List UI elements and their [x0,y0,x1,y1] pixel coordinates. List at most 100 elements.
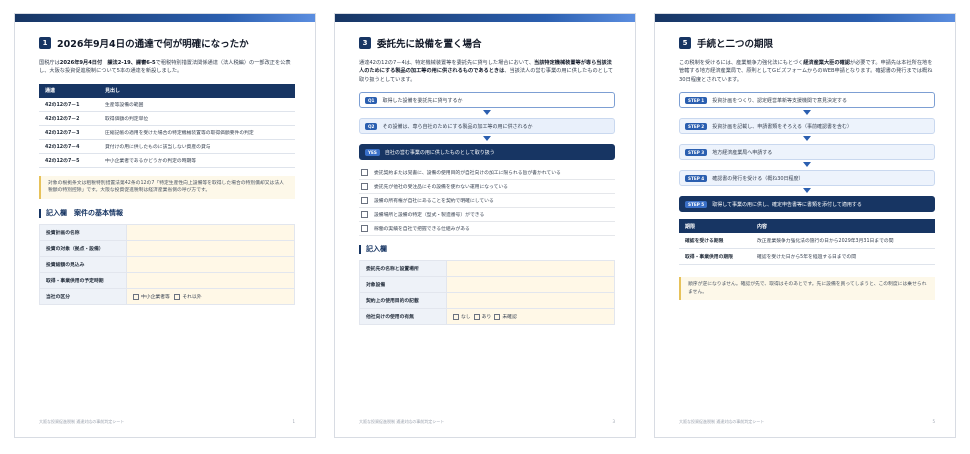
checkbox[interactable] [361,197,368,205]
form-field[interactable] [446,276,615,294]
form-field: 中小企業者等 それ以外 [126,288,295,305]
section-number: 1 [39,37,51,49]
checklist-item: 設備の所有権が自社にあることを契約で明確にしている [359,194,615,209]
table-row: 42の12の7－1 生産等設備の範囲 [39,97,295,112]
step-badge: STEP 5 [685,200,708,208]
page-5: 5 手続と二つの期限 この税制を受けるには、産業競争力強化法にもとづく経済産業大… [654,13,956,438]
step-text: 取得して事業の用に供し、確定申告書等に書類を添付して適用する [712,201,862,208]
form-label: 投資の対象（拠点・設備） [39,240,127,257]
intro-paragraph: 国税庁は2026年9月4日付 課法2-19、課審6-5で租税特別措置法関係通達（… [39,59,295,76]
checkbox[interactable] [494,313,501,320]
circular-table: 通達 見出し 42の12の7－1 生産等設備の範囲 42の12の7－2 取得価額の判… [39,83,295,168]
form-field[interactable] [126,256,295,273]
basic-info-form: 投資計画の名称 投資の対象（拠点・設備） 投資総額の見込み 取得・事業供用の予定… [39,224,295,305]
table-cell: 42の12の7－2 [39,111,99,126]
section-title: 手続と二つの期限 [697,39,774,50]
checklist-text: 委託先が他社の受注品にその設備を使わない運用になっている [374,185,508,191]
step-5: STEP 5 取得して事業の用に供し、確定申告書等に書類を添付して適用する [679,196,935,213]
section-number: 3 [359,37,371,49]
checkbox[interactable] [133,293,139,300]
page-3: 3 委託先に設備を置く場合 通達42の12の7－4は、特定機械装置等を委託先に貸… [334,13,636,438]
page-accent-bar [15,14,315,22]
deadline-table: 期限 内容 確認を受ける期限 改正産業競争力強化法の施行の日から2029年3月31… [679,219,935,266]
step-text: 地方経済産業局へ申請する [712,149,773,156]
note-box: 順序が逆になりません。確認が先で、取得はそのあとです。先に設備を買ってしまうと、… [679,277,935,301]
table-cell: 42の12の7－3 [39,125,99,140]
table-header: 内容 [751,219,935,234]
checklist-item: 設備場所と設備の特定（型式・製造番号）ができる [359,208,615,223]
table-row: 42の12の7－4 貸付けの用に供したものに該当しない資産の貸与 [39,139,295,154]
checklist-item: 委託契約または覚書に、設備の使用目的が自社向けの加工に限られる旨が書かれている [359,166,615,181]
down-arrow-icon [803,188,811,194]
checkbox[interactable] [174,293,181,300]
down-arrow-icon [483,110,491,116]
checkbox[interactable] [361,211,368,219]
form-label: 投資総額の見込み [39,256,127,273]
section-title: 委託先に設備を置く場合 [377,39,482,50]
form-label: 取得・事業供用の予定時期 [39,272,127,289]
form-field[interactable] [126,240,295,257]
flow-badge: Q2 [365,122,378,130]
down-arrow-icon [803,162,811,168]
down-arrow-icon [803,136,811,142]
table-cell: 中小企業者であるかどうかの判定の時期等 [99,153,295,168]
checkbox-label: 中小企業者等 [141,295,170,300]
table-header: 通達 [39,83,99,98]
checkbox[interactable] [361,183,368,191]
footer-title: 大阪な投資促進税制 通達対応の事前判定シート [679,419,765,424]
down-arrow-icon [803,110,811,116]
table-cell: 取得・事業供用の期限 [679,248,751,266]
checklist-text: 設備場所と設備の特定（型式・製造番号）ができる [374,213,485,219]
form-title: 記入欄 [359,245,615,255]
down-arrow-icon [483,136,491,142]
flow-badge: YES [365,148,380,156]
page-footer: 大阪な投資促進税制 通達対応の事前判定シート 5 [679,419,935,425]
table-row: 42の12の7－5 中小企業者であるかどうかの判定の時期等 [39,153,295,168]
step-2: STEP 2 投資計画を記載し、申請書類をそろえる（事前確認書を含む） [679,118,935,135]
form-label: 対象設備 [359,276,447,294]
checkbox-label: 未確認 [502,315,517,321]
flow-text: 取得した設備を委託先に貸与するか [382,97,463,104]
table-cell: 確認を受けた日から5年を経過する日までの間 [751,248,935,266]
form-label: 委託先の名称と設置場所 [359,260,447,278]
form-field[interactable] [446,260,615,278]
note-box: 対象の根拠条文は租税特別措置法第42条の12の7「特定生産性向上設備等を取得した… [39,175,295,199]
form-label: 投資計画の名称 [39,224,127,241]
page-footer: 大阪な投資促進税制 通達対応の事前判定シート 1 [39,419,295,425]
step-badge: STEP 1 [685,96,708,104]
checklist-text: 委託契約または覚書に、設備の使用目的が自社向けの加工に限られる旨が書かれている [374,171,561,177]
checklist-item: 委託先が他社の受注品にその設備を使わない運用になっている [359,180,615,195]
para-text: 通達42の12の7－4は、特定機械装置等を委託先に貸与した場合において、 [359,60,535,66]
table-cell: 改正産業競争力強化法の施行の日から2029年3月31日までの間 [751,233,935,250]
checkbox[interactable] [361,225,368,233]
checklist-text: 稼働の実績を自社で把握できる仕組みがある [374,227,470,233]
checkbox-label: なし [461,315,471,321]
checkbox[interactable] [361,169,368,177]
form-field: なし あり 未確認 [446,308,615,326]
table-cell: 圧縮記帳の適用を受けた場合の特定機械装置等の取得価額要件の判定 [99,125,295,140]
checkbox[interactable] [473,313,480,320]
form-label: 当社の区分 [39,288,127,305]
form-field[interactable] [126,224,295,241]
consignment-form: 委託先の名称と設置場所 対象設備 契約上の使用目的の記載 他社向けの使用の有無 … [359,260,615,326]
form-label: 契約上の使用目的の記載 [359,292,447,310]
para-text: この税制を受けるには、産業競争力強化法にもとづく [679,60,804,66]
flow-question-1: Q1 取得した設備を委託先に貸与するか [359,92,615,109]
para-emphasis: 2026年9月4日付 課法2-19、課審6-5 [59,60,156,66]
table-row: 確認を受ける期限 改正産業競争力強化法の施行の日から2029年3月31日までの間 [679,233,935,250]
section-heading: 1 2026年9月4日の通達で何が明確になったか [39,36,295,50]
footer-title: 大阪な投資促進税制 通達対応の事前判定シート [39,419,125,424]
page-number: 3 [612,419,615,424]
checklist-item: 稼働の実績を自社で把握できる仕組みがある [359,222,615,237]
step-4: STEP 4 確認書の発行を受ける（概ね30日程度） [679,170,935,187]
step-text: 投資計画をつくり、認定経営革新等支援機関で意見決定する [712,97,847,104]
table-cell: 生産等設備の範囲 [99,97,295,112]
form-field[interactable] [446,292,615,310]
checkbox[interactable] [453,313,459,320]
page-accent-bar [335,14,635,22]
table-cell: 42の12の7－1 [39,97,99,112]
form-title: 記入欄 案件の基本情報 [39,209,295,218]
form-field[interactable] [126,272,295,289]
intro-paragraph: この税制を受けるには、産業競争力強化法にもとづく経済産業大臣の確認が必要です。申… [679,59,935,84]
table-cell: 取得価額の判定単位 [99,111,295,126]
